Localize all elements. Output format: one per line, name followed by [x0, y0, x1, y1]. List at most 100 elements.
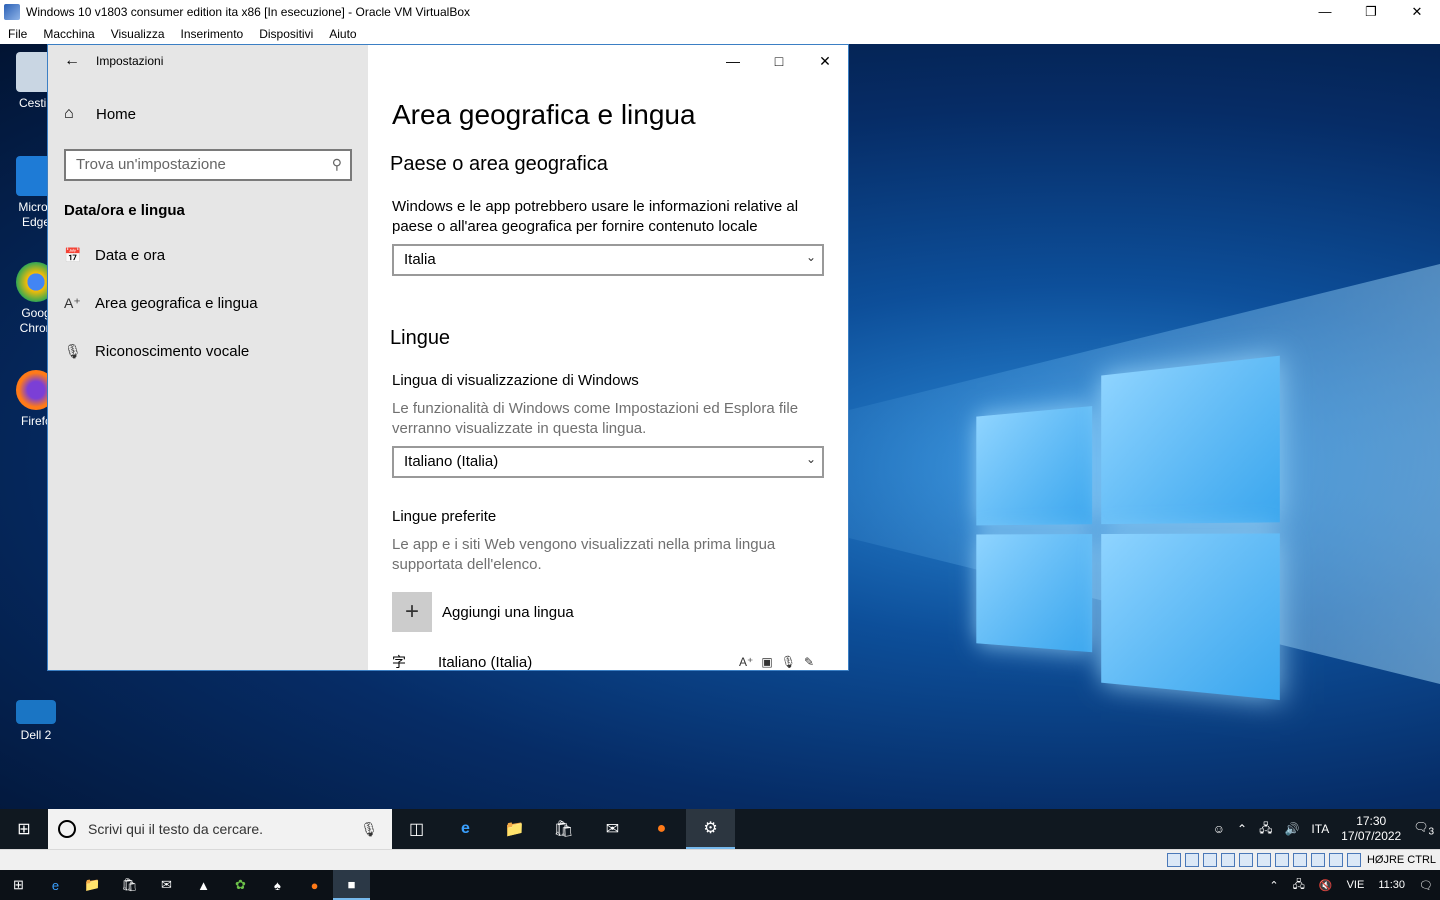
audio-status-icon[interactable] — [1202, 853, 1217, 867]
display-language-dropdown[interactable]: Italiano (Italia) ⌄ — [392, 446, 824, 478]
network-icon[interactable]: 🖧 — [1253, 819, 1278, 840]
section-heading: Data/ora e lingua — [64, 202, 185, 219]
mail-icon[interactable]: ✉ — [588, 809, 637, 849]
host-explorer-icon[interactable]: 📁 — [74, 870, 111, 900]
vbox-restore-button[interactable]: ❐ — [1348, 0, 1394, 23]
host-app-icon[interactable]: ✿ — [222, 870, 259, 900]
settings-search-input[interactable]: Trova un'impostazione ⚲ — [64, 149, 352, 181]
vbox-menu-bar: File Macchina Visualizza Inserimento Dis… — [0, 23, 1440, 44]
menu-file[interactable]: File — [0, 27, 35, 41]
display-status-icon[interactable] — [1274, 853, 1289, 867]
close-button[interactable]: ✕ — [802, 45, 848, 77]
chevron-down-icon: ⌄ — [805, 250, 816, 264]
settings-sidebar: ← Impostazioni ⌂ Home Trova un'impostazi… — [48, 45, 368, 670]
video-capture-icon[interactable] — [1292, 853, 1307, 867]
host-input-language[interactable]: VIE — [1340, 879, 1372, 891]
host-clock[interactable]: 11:30 — [1371, 879, 1412, 891]
host-virtualbox-icon[interactable]: ■ — [333, 870, 370, 900]
file-explorer-icon[interactable]: 📁 — [490, 809, 539, 849]
settings-taskbar-icon[interactable]: ⚙ — [686, 809, 735, 849]
minimize-button[interactable]: — — [710, 45, 756, 77]
menu-visualizza[interactable]: Visualizza — [103, 27, 173, 41]
menu-dispositivi[interactable]: Dispositivi — [251, 27, 321, 41]
optical-drive-icon[interactable] — [1184, 853, 1199, 867]
host-mail-icon[interactable]: ✉ — [148, 870, 185, 900]
host-network-icon[interactable]: 🖧 — [1286, 876, 1312, 895]
host-start-icon[interactable]: ⊞ — [0, 870, 37, 900]
taskbar-search-box[interactable]: Scrivi qui il testo da cercare. 🎙 — [48, 809, 392, 849]
chevron-down-icon: ⌄ — [805, 452, 816, 466]
display-icon: ▣ — [761, 655, 773, 669]
shared-folder-icon[interactable] — [1256, 853, 1271, 867]
host-store-icon[interactable]: 🛍 — [111, 870, 148, 900]
host-edge-icon[interactable]: e — [37, 870, 74, 900]
network-status-icon[interactable] — [1220, 853, 1235, 867]
home-icon: ⌂ — [64, 105, 74, 122]
language-pack-icon: A⁺ — [739, 655, 754, 669]
host-chevron-up-icon[interactable]: ⌃ — [1262, 879, 1285, 892]
cortana-icon — [58, 820, 76, 838]
mouse-integration-icon[interactable] — [1328, 853, 1343, 867]
usb-status-icon[interactable] — [1238, 853, 1253, 867]
host-solitaire-icon[interactable]: ♠ — [259, 870, 296, 900]
desktop-icon-dell[interactable]: Dell 2 — [8, 700, 64, 743]
language-list-item[interactable]: 字 Italiano (Italia) A⁺ ▣ 🎙 ✎ — [392, 652, 824, 671]
back-arrow-icon[interactable]: ← — [48, 52, 96, 70]
virtualization-icon[interactable] — [1310, 853, 1325, 867]
nav-home[interactable]: ⌂ Home — [64, 105, 136, 123]
nav-item-area-geografica[interactable]: A⁺ Area geografica e lingua — [64, 295, 258, 312]
country-description: Windows e le app potrebbero usare le inf… — [392, 198, 799, 235]
page-title: Area geografica e lingua — [392, 99, 696, 130]
task-view-icon[interactable]: ◫ — [392, 809, 441, 849]
action-center-icon[interactable]: 🗨3 — [1407, 820, 1440, 837]
handwriting-icon: ✎ — [803, 655, 814, 669]
taskbar-clock[interactable]: 17:30 17/07/2022 — [1335, 814, 1407, 844]
country-dropdown[interactable]: Italia ⌄ — [392, 244, 824, 276]
vbox-minimize-button[interactable]: — — [1302, 0, 1348, 23]
host-volume-muted-icon[interactable]: 🔇 — [1312, 879, 1340, 892]
settings-window: ← Impostazioni ⌂ Home Trova un'impostazi… — [48, 45, 848, 670]
country-heading: Paese o area geografica — [390, 153, 608, 175]
chevron-up-icon[interactable]: ⌃ — [1231, 822, 1253, 836]
calendar-clock-icon: 📅 — [64, 247, 82, 263]
add-language-button[interactable]: + Aggiungi una lingua — [392, 592, 574, 632]
start-button[interactable]: ⊞ — [0, 809, 48, 849]
microphone-icon: 🎙 — [64, 343, 82, 359]
menu-macchina[interactable]: Macchina — [35, 27, 102, 41]
language-icon: A⁺ — [64, 295, 81, 311]
plus-icon: + — [392, 592, 432, 632]
store-icon[interactable]: 🛍 — [539, 809, 588, 849]
firefox-taskbar-icon[interactable]: ● — [637, 809, 686, 849]
people-icon[interactable]: ☺ — [1207, 822, 1231, 836]
language-char-icon: 字 — [392, 654, 406, 670]
vbox-title-bar: Windows 10 v1803 consumer edition ita x8… — [0, 0, 1440, 23]
host-box-icon[interactable]: ▲ — [185, 870, 222, 900]
edge-taskbar-icon[interactable]: e — [441, 809, 490, 849]
host-notification-icon[interactable]: 🗨 — [1412, 879, 1440, 892]
nav-item-riconoscimento-vocale[interactable]: 🎙 Riconoscimento vocale — [64, 343, 249, 360]
vbox-status-bar: HØJRE CTRL — [0, 849, 1440, 870]
menu-aiuto[interactable]: Aiuto — [321, 27, 364, 41]
display-language-label: Lingua di visualizzazione di Windows — [392, 372, 639, 389]
vbox-window-title: Windows 10 v1803 consumer edition ita x8… — [26, 4, 470, 19]
settings-content: — □ ✕ Area geografica e lingua Paese o a… — [368, 45, 848, 671]
guest-taskbar: ⊞ Scrivi qui il testo da cercare. 🎙 ◫ e … — [0, 809, 1440, 849]
vbox-close-button[interactable]: ✕ — [1394, 0, 1440, 23]
preferred-languages-label: Lingue preferite — [392, 508, 497, 525]
host-firefox-icon[interactable]: ● — [296, 870, 333, 900]
search-icon: ⚲ — [331, 156, 342, 172]
display-language-description: Le funzionalità di Windows come Impostaz… — [392, 400, 799, 437]
host-taskbar: ⊞ e 📁 🛍 ✉ ▲ ✿ ♠ ● ■ ⌃ 🖧 🔇 VIE 11:30 🗨 — [0, 870, 1440, 900]
keyboard-capture-icon[interactable] — [1346, 853, 1361, 867]
menu-inserimento[interactable]: Inserimento — [173, 27, 252, 41]
host-key-label: HØJRE CTRL — [1366, 854, 1436, 866]
volume-icon[interactable]: 🔊 — [1278, 822, 1305, 836]
nav-item-data-e-ora[interactable]: 📅 Data e ora — [64, 247, 165, 264]
preferred-languages-description: Le app e i siti Web vengono visualizzati… — [392, 536, 776, 573]
speech-icon: 🎙 — [780, 655, 796, 669]
microphone-icon[interactable]: 🎙 — [360, 821, 378, 838]
input-language[interactable]: ITA — [1305, 822, 1335, 836]
virtualbox-icon — [4, 3, 20, 20]
hdd-status-icon[interactable] — [1166, 853, 1181, 867]
maximize-button[interactable]: □ — [756, 45, 802, 77]
